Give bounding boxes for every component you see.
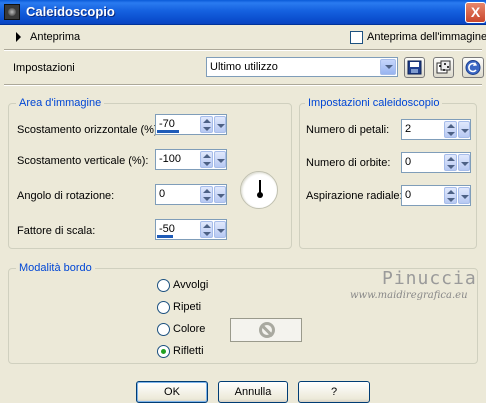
ok-button[interactable]: OK bbox=[136, 381, 208, 403]
cancel-button[interactable]: Annulla bbox=[218, 381, 288, 403]
chevron-down-icon[interactable] bbox=[214, 116, 226, 133]
radio-avvolgi-label[interactable]: Avvolgi bbox=[173, 279, 208, 291]
radio-avvolgi[interactable] bbox=[157, 279, 170, 292]
kaleido-settings-title: Impostazioni caleidoscopio bbox=[305, 97, 443, 109]
spin-arrows-icon[interactable] bbox=[444, 187, 457, 204]
presets-value: Ultimo utilizzo bbox=[210, 61, 278, 73]
image-area-title: Area d'immagine bbox=[16, 97, 105, 109]
close-icon: X bbox=[470, 4, 481, 20]
radio-rifletti-label[interactable]: Rifletti bbox=[173, 345, 204, 357]
spin-arrows-icon[interactable] bbox=[200, 151, 213, 168]
spin-arrows-icon[interactable] bbox=[200, 116, 213, 133]
dial-center bbox=[257, 192, 263, 198]
app-icon bbox=[4, 4, 20, 20]
chevron-down-icon[interactable] bbox=[458, 121, 470, 138]
edge-mode-title: Modalità bordo bbox=[16, 262, 95, 274]
scale-value: -50 bbox=[159, 223, 175, 235]
window-title: Caleidoscopio bbox=[26, 4, 115, 19]
expand-triangle-icon[interactable] bbox=[16, 32, 21, 42]
separator bbox=[4, 84, 482, 86]
chevron-down-icon[interactable] bbox=[214, 221, 226, 238]
radio-ripeti-label[interactable]: Ripeti bbox=[173, 301, 201, 313]
scale-label: Fattore di scala: bbox=[17, 225, 96, 237]
petals-label: Numero di petali: bbox=[306, 124, 390, 136]
rotation-label: Angolo di rotazione: bbox=[17, 190, 115, 202]
v-offset-value: -100 bbox=[159, 153, 182, 165]
scale-bar bbox=[157, 235, 173, 238]
spin-arrows-icon[interactable] bbox=[444, 121, 457, 138]
color-swatch[interactable] bbox=[230, 318, 302, 342]
watermark-url: www.maidiregrafica.eu bbox=[350, 290, 468, 301]
h-offset-bar bbox=[157, 130, 179, 133]
presets-dropdown[interactable]: Ultimo utilizzo bbox=[206, 57, 398, 77]
orbits-value: 0 bbox=[405, 156, 412, 168]
v-offset-label: Scostamento verticale (%): bbox=[17, 155, 149, 167]
dice-icon bbox=[436, 60, 451, 74]
watermark-name: Pinuccia bbox=[382, 268, 477, 289]
radio-colore-label[interactable]: Colore bbox=[173, 323, 205, 335]
separator bbox=[4, 49, 482, 51]
orbits-label: Numero di orbite: bbox=[306, 157, 391, 169]
rotation-dial[interactable] bbox=[240, 171, 278, 209]
scale-input[interactable]: -50 bbox=[155, 219, 227, 240]
h-offset-label: Scostamento orizzontale (%): bbox=[17, 124, 161, 136]
rotation-input[interactable]: 0 bbox=[155, 184, 227, 205]
chevron-down-icon[interactable] bbox=[458, 187, 470, 204]
title-bar: Caleidoscopio X bbox=[0, 0, 486, 25]
reset-button[interactable] bbox=[462, 57, 484, 78]
radio-ripeti[interactable] bbox=[157, 301, 170, 314]
radio-colore[interactable] bbox=[157, 323, 170, 336]
chevron-down-icon[interactable] bbox=[380, 59, 396, 75]
v-offset-input[interactable]: -100 bbox=[155, 149, 227, 170]
radial-input[interactable]: 0 bbox=[401, 185, 471, 206]
spin-arrows-icon[interactable] bbox=[200, 186, 213, 203]
radio-rifletti[interactable] bbox=[157, 345, 170, 358]
rotation-value: 0 bbox=[159, 188, 166, 200]
radial-value: 0 bbox=[405, 189, 412, 201]
chevron-down-icon[interactable] bbox=[214, 186, 226, 203]
image-preview-checkbox[interactable] bbox=[350, 31, 363, 44]
petals-input[interactable]: 2 bbox=[401, 119, 471, 140]
image-preview-label[interactable]: Anteprima dell'immagine bbox=[367, 31, 486, 43]
spin-arrows-icon[interactable] bbox=[444, 154, 457, 171]
close-button[interactable]: X bbox=[465, 2, 486, 23]
h-offset-value: -70 bbox=[159, 118, 175, 130]
chevron-down-icon[interactable] bbox=[458, 154, 470, 171]
presets-label: Impostazioni bbox=[13, 62, 75, 74]
petals-value: 2 bbox=[405, 123, 412, 135]
orbits-input[interactable]: 0 bbox=[401, 152, 471, 173]
h-offset-input[interactable]: -70 bbox=[155, 114, 227, 135]
no-entry-icon bbox=[259, 322, 275, 338]
spin-arrows-icon[interactable] bbox=[200, 221, 213, 238]
save-disk-icon bbox=[407, 60, 422, 75]
preview-label[interactable]: Anteprima bbox=[30, 31, 80, 43]
reset-icon bbox=[465, 60, 481, 75]
help-button[interactable]: ? bbox=[298, 381, 370, 403]
chevron-down-icon[interactable] bbox=[214, 151, 226, 168]
save-preset-button[interactable] bbox=[404, 57, 425, 78]
randomize-button[interactable] bbox=[433, 57, 454, 78]
radial-label: Aspirazione radiale: bbox=[306, 190, 403, 202]
